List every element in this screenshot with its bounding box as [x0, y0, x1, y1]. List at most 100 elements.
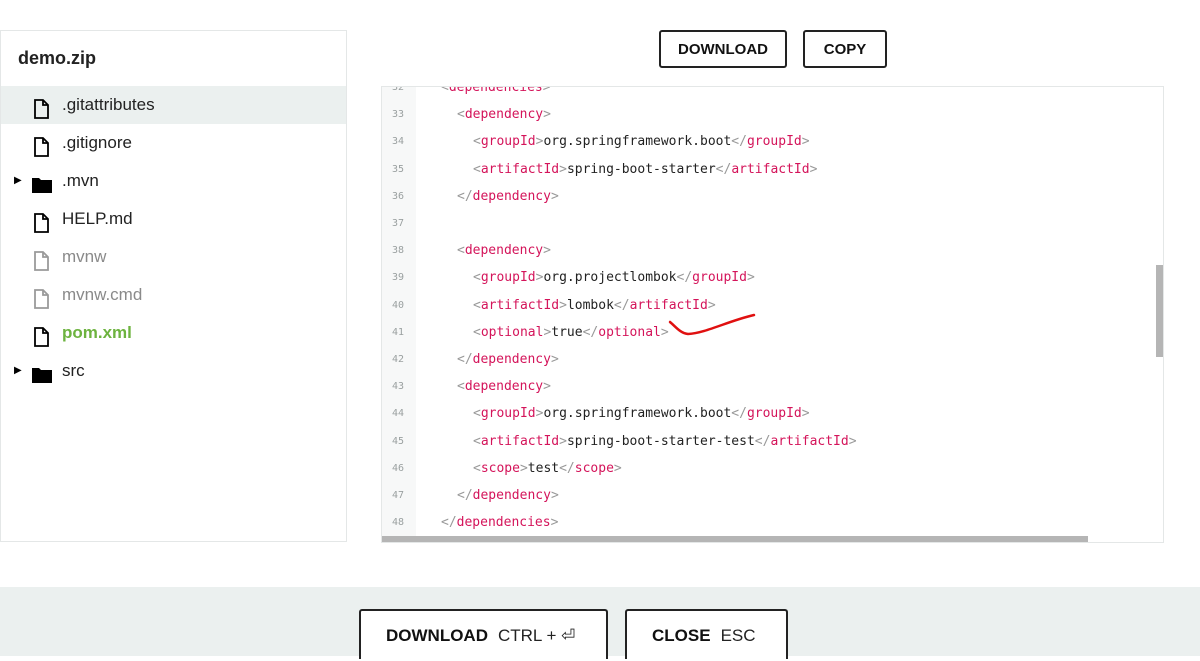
download-shortcut: CTRL + ⏎	[497, 626, 576, 645]
xml-tag-name: groupId	[746, 406, 802, 422]
xml-tag-name: dependencies	[448, 86, 543, 95]
line-number: 38	[391, 245, 404, 257]
tag-bracket: </	[731, 134, 747, 150]
copy-button[interactable]: COPY	[803, 30, 887, 68]
xml-tag-name: dependency	[464, 243, 544, 259]
code-text: <scope>test</scope>	[473, 455, 622, 482]
horizontal-scrollbar[interactable]	[382, 536, 1088, 542]
tree-item-mvn[interactable]: ▶ .mvn	[1, 162, 346, 200]
line-number: 47	[391, 490, 404, 501]
xml-tag-name: artifactId	[480, 433, 560, 449]
file-icon	[31, 95, 51, 119]
xml-tag-name: groupId	[746, 134, 802, 150]
code-text: <groupId>org.springframework.boot</group…	[473, 128, 810, 155]
xml-tag-name: groupId	[480, 406, 536, 422]
code-text: <artifactId>spring-boot-starter-test</ar…	[473, 428, 857, 455]
tag-bracket: >	[746, 270, 755, 286]
tree-item-label: .gitattributes	[62, 95, 155, 114]
xml-tag-name: dependency	[464, 379, 544, 395]
tag-bracket: </	[715, 161, 732, 177]
file-icon	[31, 323, 51, 347]
xml-tag-name: artifactId	[731, 161, 810, 177]
tag-bracket: <	[473, 324, 481, 340]
tag-bracket: >	[550, 515, 559, 531]
tree-item-help-md[interactable]: HELP.md	[1, 200, 346, 238]
tree-item-src[interactable]: ▶ src	[1, 352, 346, 390]
line-number: 48	[391, 517, 404, 529]
code-text: </dependency>	[457, 183, 559, 210]
xml-tag-name: dependency	[472, 352, 551, 367]
tag-bracket: >	[542, 86, 551, 95]
tag-bracket: >	[848, 433, 857, 449]
file-icon	[31, 285, 51, 309]
tag-bracket: </	[457, 188, 473, 204]
folder-icon	[31, 171, 52, 193]
code-text: </dependencies>	[441, 509, 558, 536]
xml-tag-value: true	[551, 324, 583, 340]
line-number: 46	[391, 462, 404, 474]
line-number: 41	[391, 326, 404, 338]
xml-tag-value: spring-boot-starter-test	[566, 433, 755, 449]
tag-bracket: >	[559, 161, 567, 177]
tag-bracket: >	[801, 406, 810, 422]
code-viewer[interactable]: 32 <dependencies> 33 <dependency> 34 <groupId…	[381, 86, 1164, 543]
tag-bracket: >	[519, 460, 528, 476]
tag-bracket: </	[559, 460, 575, 476]
xml-tag-name: optional	[480, 324, 544, 340]
code-text: <dependencies>	[441, 86, 551, 101]
code-text: <dependency>	[457, 101, 551, 128]
xml-tag-value: spring-boot-starter	[566, 161, 716, 177]
tag-bracket: >	[559, 433, 567, 449]
tree-item-mvnw[interactable]: mvnw	[1, 238, 346, 276]
file-tree-panel: demo.zip .gitattributes .gitignore ▶ .mvn HE…	[0, 30, 347, 542]
tag-bracket: </	[582, 324, 599, 340]
tag-bracket: >	[550, 488, 559, 503]
file-icon	[31, 209, 51, 233]
xml-tag-value: org.springframework.boot	[543, 134, 732, 150]
tree-item-gitignore[interactable]: .gitignore	[1, 124, 346, 162]
tag-bracket: </	[457, 488, 473, 503]
tag-bracket: </	[457, 352, 473, 367]
expand-caret-icon[interactable]: ▶	[14, 162, 24, 200]
xml-tag-name: dependency	[464, 107, 544, 123]
line-number: 45	[391, 435, 404, 447]
tag-bracket: >	[613, 460, 622, 476]
tree-item-pom-xml[interactable]: pom.xml	[1, 314, 346, 352]
tree-item-label: mvnw	[62, 247, 107, 266]
xml-tag-value: lombok	[566, 297, 614, 313]
tag-bracket: <	[473, 134, 481, 150]
line-number: 36	[391, 190, 404, 202]
tag-bracket: >	[801, 134, 810, 150]
line-number: 42	[391, 354, 404, 365]
tree-item-gitattributes[interactable]: .gitattributes	[1, 86, 346, 124]
tag-bracket: >	[559, 297, 567, 313]
tag-bracket: >	[809, 161, 818, 177]
tag-bracket: <	[457, 243, 465, 259]
tag-bracket: >	[550, 188, 559, 204]
vertical-scrollbar[interactable]	[1156, 265, 1163, 357]
close-shortcut: ESC	[720, 626, 756, 645]
footer-close-button[interactable]: CLOSE ESC	[625, 609, 788, 659]
line-number: 34	[391, 136, 404, 148]
tag-bracket: </	[731, 406, 747, 422]
xml-tag-name: optional	[598, 324, 661, 340]
xml-tag-name: scope	[574, 460, 614, 476]
expand-caret-icon[interactable]: ▶	[14, 352, 24, 390]
footer-bar: DOWNLOAD CTRL + ⏎ CLOSE ESC	[0, 587, 1200, 659]
line-number: 40	[391, 299, 404, 311]
tree-item-label: HELP.md	[62, 209, 133, 228]
code-text: </dependency>	[457, 346, 559, 373]
code-text: <dependency>	[457, 373, 551, 400]
tag-bracket: </	[441, 515, 457, 531]
code-text: <artifactId>spring-boot-starter</artifac…	[473, 156, 817, 183]
download-button[interactable]: DOWNLOAD	[659, 30, 787, 68]
tree-item-mvnw-cmd[interactable]: mvnw.cmd	[1, 276, 346, 314]
tag-bracket: </	[754, 433, 771, 449]
xml-tag-name: artifactId	[480, 297, 560, 313]
footer-download-button[interactable]: DOWNLOAD CTRL + ⏎	[359, 609, 608, 659]
tag-bracket: <	[473, 406, 481, 422]
file-icon	[31, 247, 51, 271]
code-text: <groupId>org.projectlombok</groupId>	[473, 264, 755, 291]
line-number: 37	[391, 218, 404, 229]
xml-tag-name: dependencies	[456, 515, 551, 531]
